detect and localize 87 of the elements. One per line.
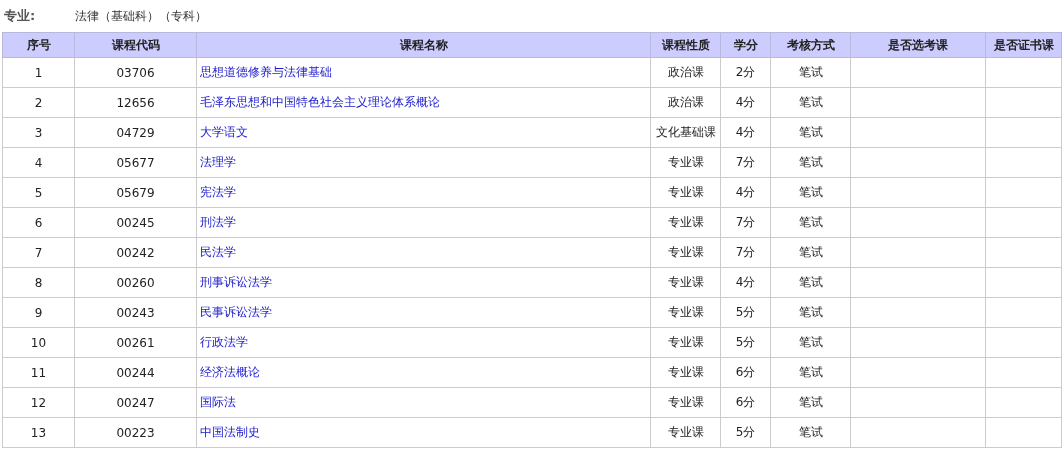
table-cell: 05679 (74, 177, 197, 208)
table-cell: 7 (2, 237, 75, 268)
course-link[interactable]: 宪法学 (200, 185, 236, 199)
table-cell: 05677 (74, 147, 197, 178)
column-header: 课程代码 (74, 32, 197, 58)
table-cell: 笔试 (770, 417, 851, 448)
course-link[interactable]: 法理学 (200, 155, 236, 169)
table-cell: 7分 (720, 207, 771, 238)
course-link[interactable]: 经济法概论 (200, 365, 260, 379)
table-cell: 政治课 (650, 57, 721, 88)
table-cell: 1 (2, 57, 75, 88)
table-cell: 专业课 (650, 357, 721, 388)
table-cell: 04729 (74, 117, 197, 148)
table-cell: 7分 (720, 237, 771, 268)
column-header: 学分 (720, 32, 771, 58)
table-cell: 专业课 (650, 147, 721, 178)
column-header: 考核方式 (770, 32, 851, 58)
table-cell: 11 (2, 357, 75, 388)
table-cell: 专业课 (650, 267, 721, 298)
column-header: 是否选考课 (850, 32, 986, 58)
table-cell: 6 (2, 207, 75, 238)
table-cell: 笔试 (770, 297, 851, 328)
table-cell: 3 (2, 117, 75, 148)
table-cell: 专业课 (650, 237, 721, 268)
course-link[interactable]: 国际法 (200, 395, 236, 409)
table-cell: 笔试 (770, 87, 851, 118)
course-link[interactable]: 刑事诉讼法学 (200, 275, 272, 289)
table-cell: 2 (2, 87, 75, 118)
table-cell: 笔试 (770, 357, 851, 388)
table-cell: 12656 (74, 87, 197, 118)
table-cell: 4分 (720, 267, 771, 298)
course-link[interactable]: 大学语文 (200, 125, 248, 139)
table-cell: 03706 (74, 57, 197, 88)
table-cell: 8 (2, 267, 75, 298)
table-cell: 00243 (74, 297, 197, 328)
column-header: 是否证书课 (985, 32, 1062, 58)
column-header: 序号 (2, 32, 75, 58)
table-cell: 6分 (720, 357, 771, 388)
table-cell: 6分 (720, 387, 771, 418)
table-cell: 笔试 (770, 267, 851, 298)
field-label: 专业: (4, 7, 37, 25)
table-cell: 7分 (720, 147, 771, 178)
table-cell: 专业课 (650, 417, 721, 448)
table-cell: 专业课 (650, 177, 721, 208)
course-link[interactable]: 刑法学 (200, 215, 236, 229)
table-cell: 5分 (720, 327, 771, 358)
table-cell: 4分 (720, 117, 771, 148)
table-cell: 00247 (74, 387, 197, 418)
major-name: 法律（基础科）（专科） (75, 7, 207, 25)
table-cell: 13 (2, 417, 75, 448)
table-cell: 10 (2, 327, 75, 358)
column-header: 课程名称 (196, 32, 651, 58)
table-cell: 4分 (720, 87, 771, 118)
course-link[interactable]: 民事诉讼法学 (200, 305, 272, 319)
table-cell: 12 (2, 387, 75, 418)
table-cell: 00223 (74, 417, 197, 448)
table-cell: 笔试 (770, 237, 851, 268)
table-cell: 9 (2, 297, 75, 328)
table-cell: 00261 (74, 327, 197, 358)
course-link[interactable]: 思想道德修养与法律基础 (200, 65, 332, 79)
table-cell: 笔试 (770, 177, 851, 208)
table-cell: 笔试 (770, 207, 851, 238)
table-cell: 2分 (720, 57, 771, 88)
table-cell: 笔试 (770, 57, 851, 88)
table-cell: 00242 (74, 237, 197, 268)
table-cell: 4 (2, 147, 75, 178)
table-cell: 专业课 (650, 207, 721, 238)
table-cell: 5 (2, 177, 75, 208)
table-cell: 政治课 (650, 87, 721, 118)
course-link[interactable]: 中国法制史 (200, 425, 260, 439)
table-cell: 00260 (74, 267, 197, 298)
table-cell: 文化基础课 (650, 117, 721, 148)
table-cell: 4分 (720, 177, 771, 208)
table-cell: 笔试 (770, 147, 851, 178)
table-cell: 笔试 (770, 117, 851, 148)
table-cell: 专业课 (650, 327, 721, 358)
table-cell: 专业课 (650, 387, 721, 418)
column-header: 课程性质 (650, 32, 721, 58)
table-cell: 笔试 (770, 387, 851, 418)
table-cell: 笔试 (770, 327, 851, 358)
course-link[interactable]: 行政法学 (200, 335, 248, 349)
table-cell: 00244 (74, 357, 197, 388)
table-cell: 00245 (74, 207, 197, 238)
course-link[interactable]: 民法学 (200, 245, 236, 259)
table-cell: 5分 (720, 297, 771, 328)
table-cell: 专业课 (650, 297, 721, 328)
table-cell: 5分 (720, 417, 771, 448)
